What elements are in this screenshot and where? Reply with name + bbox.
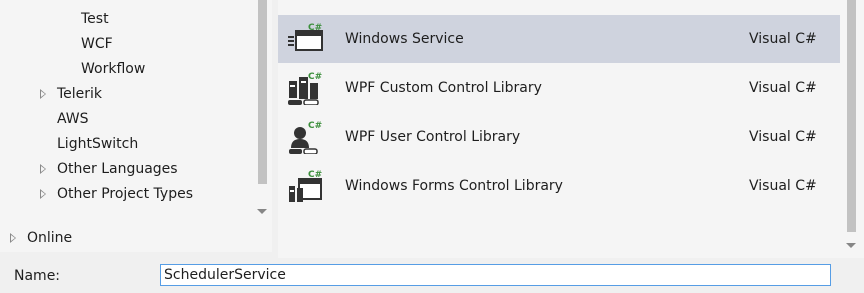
tree-scrollbar-thumb[interactable]: [258, 0, 267, 184]
tree-item-other-languages[interactable]: Other Languages: [40, 158, 178, 180]
tree-item-telerik[interactable]: Telerik: [40, 83, 102, 105]
tree-item-lightswitch[interactable]: LightSwitch: [57, 133, 138, 155]
template-list: C# Windows Service Visual C# C# WPF Cust…: [278, 0, 864, 258]
svg-text:C#: C#: [308, 121, 322, 131]
template-name: Windows Forms Control Library: [345, 178, 563, 194]
template-language: Visual C#: [749, 80, 817, 96]
wpf-custom-control-icon: C#: [288, 72, 322, 105]
expand-arrow-icon[interactable]: [40, 189, 46, 199]
template-row-windows-forms-control-library[interactable]: C# Windows Forms Control Library Visual …: [278, 162, 840, 210]
tree-item-wcf[interactable]: WCF: [81, 33, 113, 55]
svg-text:C#: C#: [308, 170, 322, 180]
template-category-tree: Test WCF Workflow Telerik AWS LightSwitc…: [0, 0, 272, 226]
project-name-input[interactable]: [160, 264, 831, 286]
expand-arrow-icon[interactable]: [40, 164, 46, 174]
tree-item-partial: [81, 0, 141, 7]
tree-item-label: WCF: [81, 36, 113, 52]
template-language: Visual C#: [749, 129, 817, 145]
tree-item-aws[interactable]: AWS: [57, 108, 89, 130]
expand-arrow-icon[interactable]: [40, 89, 46, 99]
tree-item-label: Online: [27, 230, 73, 246]
template-row-partial[interactable]: [278, 0, 840, 4]
tree-item-test[interactable]: Test: [81, 8, 109, 30]
svg-text:C#: C#: [308, 72, 322, 82]
tree-item-label: Other Languages: [57, 161, 178, 177]
template-language: Visual C#: [749, 178, 817, 194]
tree-item-workflow[interactable]: Workflow: [81, 58, 145, 80]
template-row-windows-service[interactable]: C# Windows Service Visual C#: [278, 15, 840, 63]
template-list-scrollbar-thumb[interactable]: [847, 0, 856, 232]
tree-item-label: Test: [81, 11, 109, 27]
tree-item-other-project-types[interactable]: Other Project Types: [40, 183, 193, 205]
online-section[interactable]: Online: [0, 226, 272, 252]
template-language: Visual C#: [749, 31, 817, 47]
winforms-control-icon: C#: [289, 170, 322, 202]
svg-text:C#: C#: [308, 23, 322, 33]
tree-item-label: Other Project Types: [57, 186, 194, 202]
expand-arrow-icon[interactable]: [10, 233, 16, 243]
tree-item-label: Workflow: [81, 61, 146, 77]
wpf-user-control-icon: C#: [289, 121, 322, 154]
tree-item-label: AWS: [57, 111, 89, 127]
tree-item-label: Telerik: [57, 86, 103, 102]
template-name: WPF User Control Library: [345, 129, 521, 145]
tree-scrollbar[interactable]: [256, 0, 269, 226]
name-label: Name:: [14, 268, 61, 284]
tree-item-online[interactable]: Online: [10, 227, 72, 249]
scroll-down-arrow-icon[interactable]: [257, 209, 267, 214]
windows-service-icon: C#: [288, 23, 323, 51]
template-row-wpf-custom-control-library[interactable]: C# WPF Custom Control Library Visual C#: [278, 64, 840, 112]
template-row-wpf-user-control-library[interactable]: C# WPF User Control Library Visual C#: [278, 113, 840, 161]
scroll-down-arrow-icon[interactable]: [846, 243, 856, 248]
tree-item-label: LightSwitch: [57, 136, 139, 152]
template-list-scrollbar[interactable]: [843, 0, 860, 258]
template-name: Windows Service: [345, 31, 464, 47]
template-name: WPF Custom Control Library: [345, 80, 542, 96]
